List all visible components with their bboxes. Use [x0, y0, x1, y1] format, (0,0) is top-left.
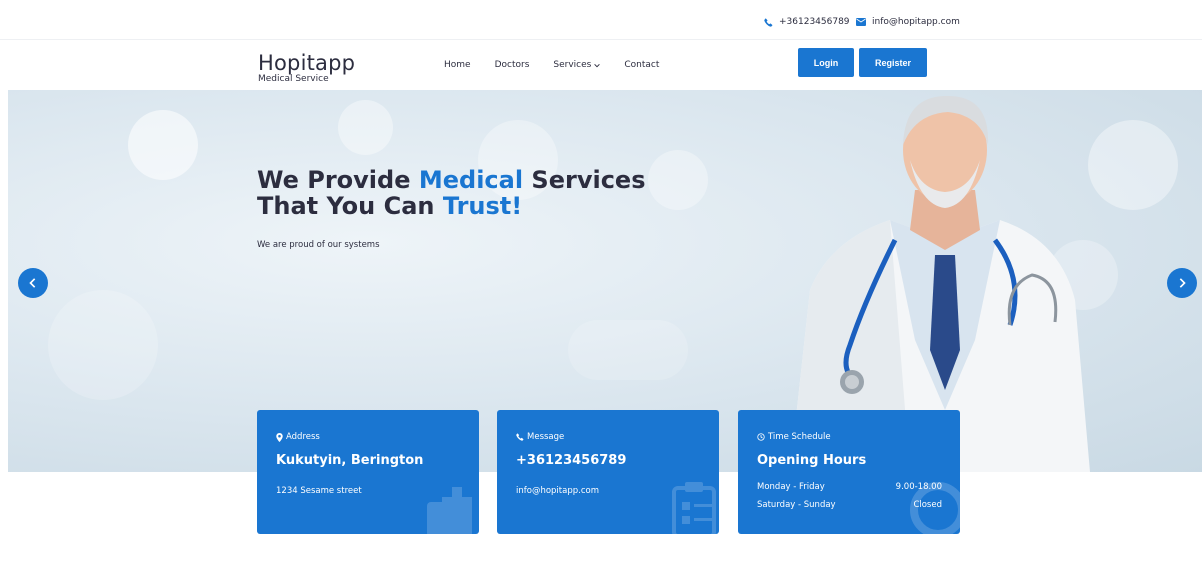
brand-logo[interactable]: Hopitapp Medical Service	[258, 51, 355, 85]
card-body: info@hopitapp.com	[516, 486, 599, 496]
brand-name: Hopitapp	[258, 51, 356, 75]
bokeh-light	[48, 290, 158, 400]
card-kicker: Time Schedule	[757, 432, 831, 442]
medical-kit-icon	[427, 487, 472, 534]
bokeh-light	[128, 110, 198, 180]
hero-subtitle: We are proud of our systems	[257, 240, 380, 250]
card-heading: Opening Hours	[757, 453, 867, 468]
hero-title-accent: Medical	[418, 166, 524, 194]
topbar-email-text: info@hopitapp.com	[872, 17, 960, 27]
envelope-icon	[856, 18, 866, 26]
schedule-day: Monday - Friday	[757, 482, 825, 492]
nav-item-label: Doctors	[494, 60, 530, 70]
hero-title-text: Services	[523, 166, 646, 194]
hero-title-text: We Provide	[257, 166, 419, 194]
card-heading: +36123456789	[516, 453, 627, 468]
topbar-phone-text: +36123456789	[779, 17, 850, 27]
chevron-right-icon	[1179, 278, 1186, 288]
card-kicker-label: Time Schedule	[768, 432, 831, 442]
hero-title-text: That You Can	[257, 192, 443, 220]
nav-item-label: Services	[553, 60, 592, 70]
slider-prev-button[interactable]	[18, 268, 48, 298]
hero-title-line2: That You Can Trust!	[257, 193, 646, 219]
schedule-day: Saturday - Sunday	[757, 500, 836, 510]
card-heading: Kukutyin, Berington	[276, 453, 424, 468]
nav-item-home[interactable]: Home	[444, 60, 471, 70]
card-body: 1234 Sesame street	[276, 486, 362, 496]
bokeh-light	[648, 150, 708, 210]
nav-item-services[interactable]: Services	[553, 60, 601, 70]
nav-item-doctors[interactable]: Doctors	[495, 60, 530, 70]
hero-title-accent: Trust!	[442, 192, 523, 220]
register-button[interactable]: Register	[859, 48, 927, 77]
clock-icon	[757, 433, 765, 441]
clipboard-icon	[672, 482, 716, 534]
chevron-left-icon	[29, 278, 36, 288]
login-button[interactable]: Login	[798, 48, 854, 77]
info-card-message: Message +36123456789 info@hopitapp.com	[497, 410, 719, 534]
card-kicker-label: Address	[286, 432, 320, 442]
nav-menu: Home Doctors Services Contact	[444, 60, 683, 70]
slider-next-button[interactable]	[1167, 268, 1197, 298]
nav-item-label: Contact	[624, 60, 660, 70]
brand-tagline: Medical Service	[258, 74, 329, 84]
clock-watermark-icon	[910, 482, 960, 534]
info-card-schedule: Time Schedule Opening Hours Monday - Fri…	[738, 410, 960, 534]
hero-title-line1: We Provide Medical Services	[257, 167, 646, 193]
hero-title: We Provide Medical Services That You Can…	[257, 167, 646, 219]
topbar-phone[interactable]: +36123456789	[764, 17, 850, 27]
phone-icon	[516, 433, 524, 441]
bokeh-light	[568, 320, 688, 380]
info-card-address: Address Kukutyin, Berington 1234 Sesame …	[257, 410, 479, 534]
topbar-email[interactable]: info@hopitapp.com	[856, 17, 960, 27]
nav-item-label: Home	[444, 60, 471, 70]
phone-icon	[764, 18, 773, 27]
main-navbar: Hopitapp Medical Service Home Doctors Se…	[0, 41, 1202, 90]
top-contact-bar: +36123456789 info@hopitapp.com	[0, 0, 1202, 40]
card-kicker: Address	[276, 432, 320, 442]
bokeh-light	[1088, 120, 1178, 210]
bokeh-light	[338, 100, 393, 155]
chevron-down-icon	[594, 63, 601, 67]
map-marker-icon	[276, 432, 283, 442]
nav-item-contact[interactable]: Contact	[624, 60, 659, 70]
card-kicker: Message	[516, 432, 564, 442]
card-kicker-label: Message	[527, 432, 565, 442]
